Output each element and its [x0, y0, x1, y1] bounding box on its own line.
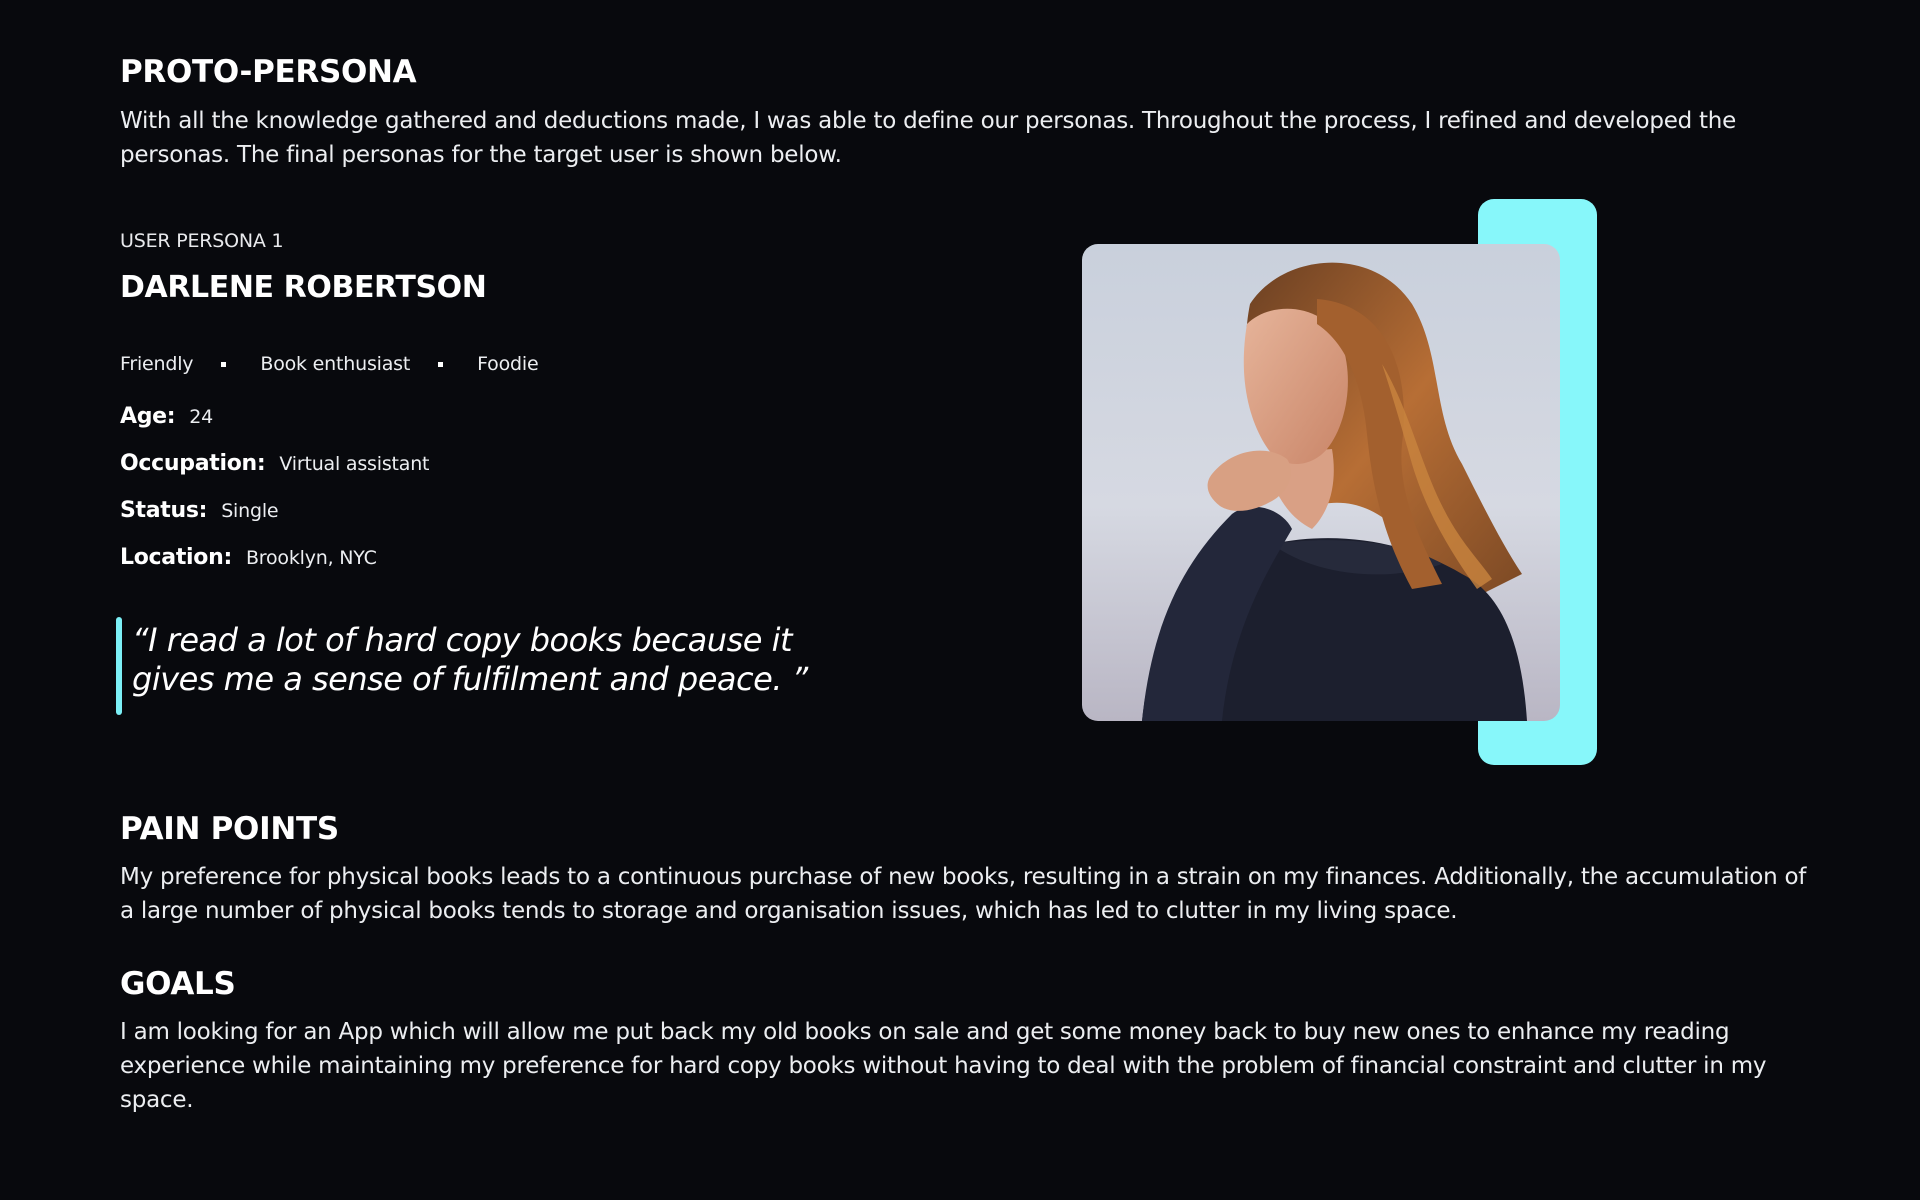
attribute-status: Status: Single — [120, 498, 279, 523]
attribute-label: Status: — [120, 498, 208, 523]
attribute-age: Age: 24 — [120, 404, 213, 429]
attribute-value: Brooklyn, NYC — [245, 547, 377, 569]
persona-traits: Friendly Book enthusiast Foodie — [120, 353, 539, 375]
pain-points-text: My preference for physical books leads t… — [120, 864, 1807, 924]
persona-kicker: USER PERSONA 1 — [120, 230, 284, 252]
trait-separator — [438, 361, 444, 367]
attribute-label: Occupation: — [120, 451, 266, 476]
goals-heading: GOALS — [120, 966, 236, 1002]
attribute-label: Age: — [120, 404, 176, 429]
proto-persona-intro: With all the knowledge gathered and dedu… — [120, 108, 1737, 168]
trait-book-enthusiast: Book enthusiast — [260, 353, 411, 375]
attribute-value: 24 — [189, 406, 214, 428]
trait-foodie: Foodie — [477, 353, 539, 375]
attribute-label: Location: — [120, 545, 232, 570]
attribute-value: Single — [221, 500, 279, 522]
goals-text: I am looking for an App which will allow… — [120, 1019, 1767, 1113]
persona-name: DARLENE ROBERTSON — [120, 270, 487, 305]
persona-photo — [1082, 244, 1560, 721]
attribute-location: Location: Brooklyn, NYC — [120, 545, 377, 570]
attribute-occupation: Occupation: Virtual assistant — [120, 451, 430, 476]
proto-persona-heading: PROTO-PERSONA — [120, 54, 417, 90]
pain-points-heading: PAIN POINTS — [120, 811, 339, 847]
attribute-value: Virtual assistant — [279, 453, 430, 475]
persona-quote: “I read a lot of hard copy books because… — [132, 621, 808, 698]
quote-accent-bar — [116, 617, 122, 715]
trait-separator — [221, 361, 227, 367]
trait-friendly: Friendly — [120, 353, 194, 375]
